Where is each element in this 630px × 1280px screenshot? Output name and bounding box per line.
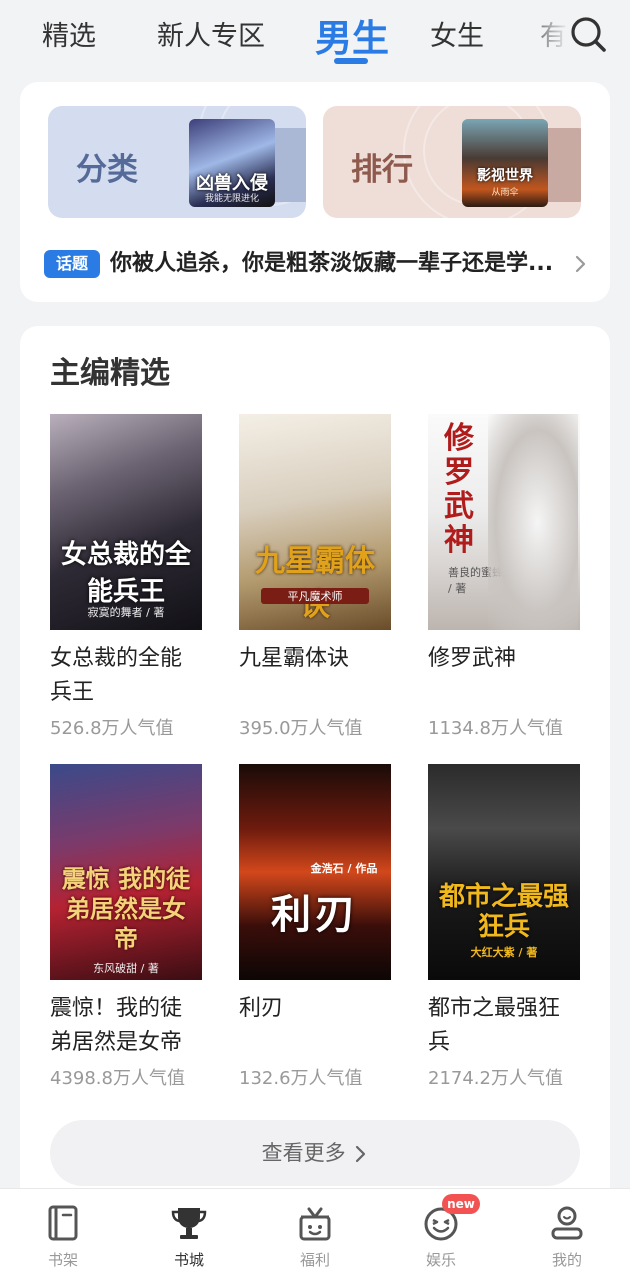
topic-row[interactable]: 话题 你被人追杀，你是粗茶淡饭藏一辈子还是学... (44, 248, 604, 280)
cover-title: 女总裁的全能兵王 (60, 540, 191, 607)
book-cover: 修罗武神 善良的蜜蜂 / 著 (428, 414, 580, 630)
ranking-cover-sub: 从雨伞 (491, 188, 519, 198)
topic-badge: 话题 (44, 250, 100, 278)
cover-title: 利刃 (271, 891, 359, 938)
book-title: 利刃 (239, 996, 284, 1021)
category-label: 分类 (76, 152, 138, 188)
nav-label: 娱乐 (425, 1251, 456, 1269)
cover-figure (488, 414, 578, 630)
book-popularity: 1134.8万人气值 (428, 718, 563, 739)
book-popularity: 132.6万人气值 (239, 1068, 363, 1089)
chevron-right-icon (575, 255, 586, 273)
profile-icon (551, 1206, 583, 1240)
book-popularity: 2174.2万人气值 (428, 1068, 563, 1089)
nav-label: 书架 (47, 1251, 78, 1269)
cover-author: 寂寞的舞者 / 著 (87, 606, 165, 619)
active-tab-indicator (334, 58, 368, 64)
book-popularity: 395.0万人气值 (239, 718, 363, 739)
trophy-icon (171, 1208, 207, 1239)
cover-author: 平凡魔术师 (261, 588, 369, 604)
tab-female[interactable]: 女生 (430, 14, 484, 53)
gift-icon (299, 1207, 331, 1241)
book-popularity: 526.8万人气值 (50, 718, 174, 739)
cover-title: 九星霸体诀 (255, 544, 375, 623)
book-title: 女总裁的全能兵王 (50, 646, 183, 705)
cover-title: 震惊 我的徒弟居然是女帝 (61, 864, 191, 953)
cover-author: 大红大紫 / 著 (470, 946, 538, 959)
nav-bookshelf[interactable]: 书架 (23, 1203, 103, 1270)
category-cover: 凶兽入侵 我能无限进化 (189, 119, 275, 207)
bookshelf-icon (48, 1205, 78, 1241)
cover-title: 修罗武神 (444, 421, 474, 558)
cover-author: 东风破甜 / 著 (93, 962, 159, 975)
book-cover: 女总裁的全能兵王 寂寞的舞者 / 著 (50, 414, 202, 630)
book-title: 震惊！我的徒弟居然是女帝 (50, 996, 183, 1055)
book-cover: 九星霸体诀 平凡魔术师 (239, 414, 391, 630)
nav-bookstore[interactable]: 书城 (149, 1203, 229, 1270)
ranking-entry[interactable]: 排行 影视世界 从雨伞 (323, 106, 581, 218)
book-title: 修罗武神 (428, 646, 517, 671)
ranking-cover: 影视世界 从雨伞 (462, 119, 548, 207)
category-entry[interactable]: 分类 凶兽入侵 我能无限进化 (48, 106, 306, 218)
new-badge: new (442, 1194, 480, 1214)
category-cover-sub: 我能无限进化 (204, 194, 259, 204)
book-cover: 都市之最强狂兵 大红大紫 / 著 (428, 764, 580, 980)
cover-title: 都市之最强狂兵 (438, 882, 569, 942)
nav-label: 福利 (299, 1251, 330, 1269)
editor-picks-card: 主编精选 女总裁的全能兵王 寂寞的舞者 / 著 女总裁的全能兵王 526.8万人… (20, 326, 610, 1206)
nav-profile[interactable]: 我的 (527, 1203, 607, 1270)
tab-featured[interactable]: 精选 (42, 14, 96, 53)
cover-author: 金浩石 / 作品 (310, 862, 378, 875)
nav-welfare[interactable]: 福利 (275, 1203, 355, 1270)
view-more-button[interactable]: 查看更多 (50, 1120, 580, 1186)
chevron-right-icon (356, 1145, 366, 1163)
book-cover: 震惊 我的徒弟居然是女帝 东风破甜 / 著 (50, 764, 202, 980)
view-more-label: 查看更多 (261, 1141, 346, 1165)
ranking-label: 排行 (351, 152, 413, 188)
tab-newcomer[interactable]: 新人专区 (157, 14, 265, 53)
topic-text: 你被人追杀，你是粗茶淡饭藏一辈子还是学... (110, 251, 554, 276)
section-title: 主编精选 (50, 356, 170, 391)
search-icon[interactable] (568, 14, 608, 54)
quick-entry-card: 分类 凶兽入侵 我能无限进化 排行 影视世界 从雨伞 话题 你被人追杀，你是粗茶… (20, 82, 610, 302)
book-title: 都市之最强狂兵 (428, 996, 561, 1055)
nav-label: 我的 (551, 1251, 582, 1269)
book-popularity: 4398.8万人气值 (50, 1068, 185, 1089)
top-nav: 精选 新人专区 男生 女生 有 (0, 0, 630, 82)
tab-male[interactable]: 男生 (315, 8, 389, 62)
ranking-cover-title: 影视世界 (477, 168, 533, 184)
book-title: 九星霸体诀 (239, 646, 350, 671)
bottom-nav: 书架 书城 福利 娱乐 我的 (0, 1188, 630, 1280)
nav-label: 书城 (173, 1251, 204, 1269)
book-cover: 利刃 金浩石 / 作品 (239, 764, 391, 980)
